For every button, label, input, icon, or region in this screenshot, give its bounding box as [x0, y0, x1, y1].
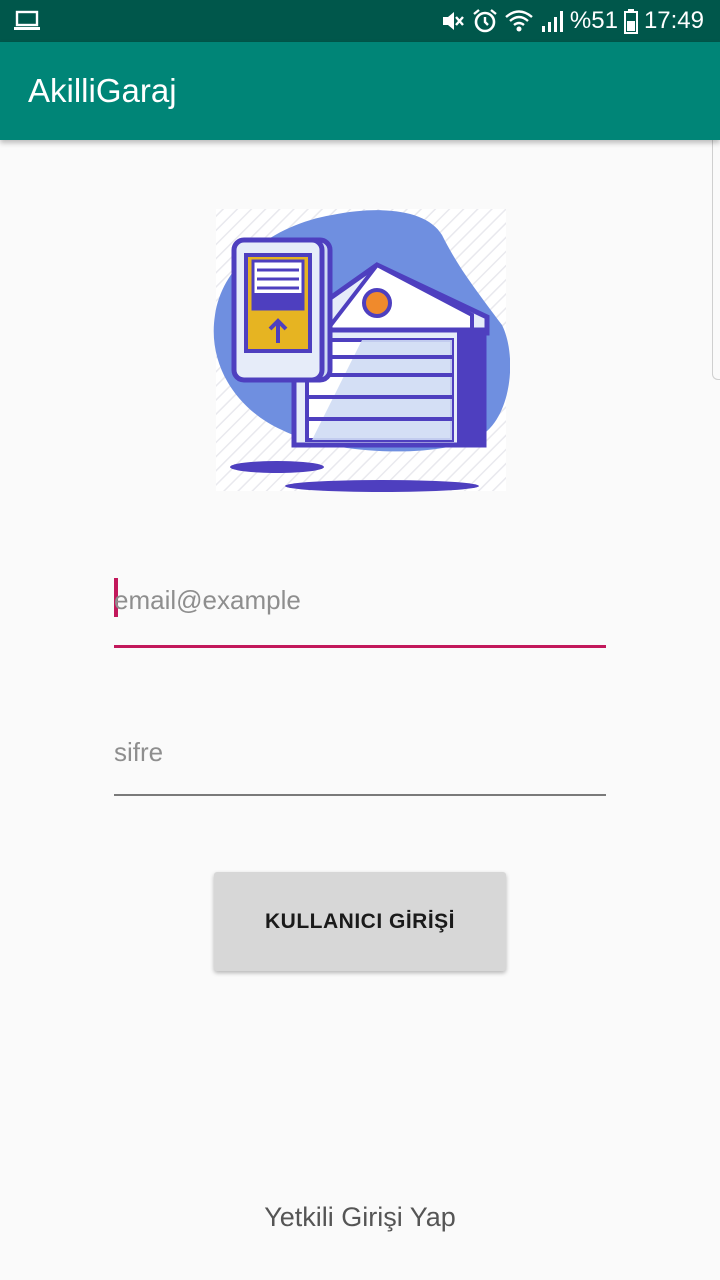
email-input[interactable]: [114, 582, 606, 618]
email-field[interactable]: [114, 578, 606, 650]
password-underline: [114, 794, 606, 796]
laptop-icon: [14, 9, 40, 33]
password-input[interactable]: [114, 734, 606, 770]
app-bar: AkilliGaraj: [0, 42, 720, 140]
battery-icon: [623, 8, 638, 34]
mute-icon: [440, 8, 466, 34]
user-login-button[interactable]: KULLANICI GİRİŞİ: [214, 872, 506, 971]
admin-login-link[interactable]: Yetkili Girişi Yap: [0, 1202, 720, 1233]
status-bar: %51 17:49: [0, 0, 720, 42]
battery-percent: %51: [569, 7, 618, 34]
app-title: AkilliGaraj: [28, 72, 177, 109]
alarm-icon: [472, 8, 498, 34]
status-icons: %51 17:49: [440, 0, 704, 42]
wifi-icon: [504, 8, 534, 34]
status-time: 17:49: [643, 7, 704, 34]
email-underline: [114, 645, 606, 648]
password-field[interactable]: [114, 730, 606, 798]
smart-garage-illustration: [212, 205, 511, 495]
signal-icon: [540, 8, 564, 34]
scroll-edge: [712, 128, 720, 380]
